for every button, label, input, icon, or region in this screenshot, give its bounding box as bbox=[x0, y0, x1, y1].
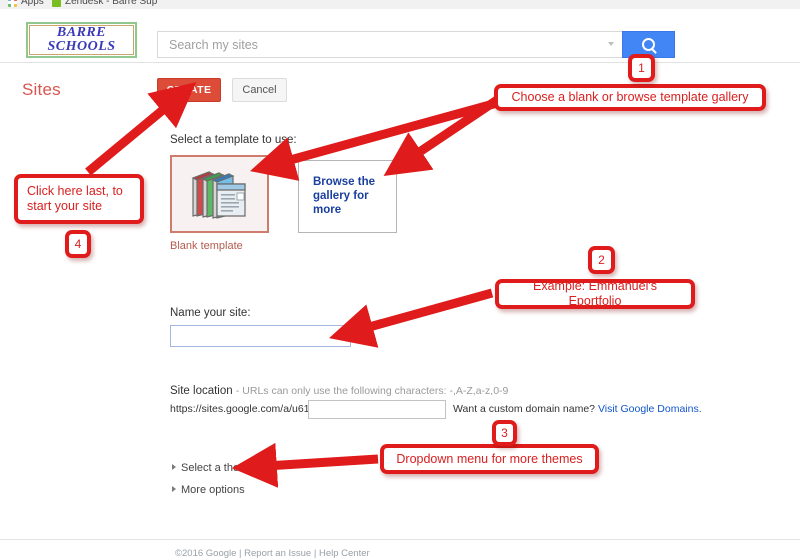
cancel-button[interactable]: Cancel bbox=[232, 78, 287, 102]
site-location-hint: - URLs can only use the following charac… bbox=[236, 385, 509, 397]
logo-inner-frame: BARRE SCHOOLS bbox=[29, 25, 134, 55]
callout-click-last-text: Click here last, to start your site bbox=[27, 184, 131, 214]
footer-divider bbox=[0, 539, 800, 540]
search-button[interactable] bbox=[622, 31, 675, 58]
bookmark-zendesk-label[interactable]: Zendesk - Barre Sup bbox=[65, 0, 157, 8]
annotation-overlay: Choose a blank or browse template galler… bbox=[0, 0, 800, 556]
annotation-arrows bbox=[0, 0, 800, 556]
blank-template-option[interactable] bbox=[170, 155, 269, 233]
arrow-to-blank-template bbox=[283, 103, 497, 162]
callout-example-name: Example: Emmanuel's Eportfolio bbox=[495, 279, 695, 309]
select-template-label: Select a template to use: bbox=[170, 134, 297, 146]
more-options-toggle[interactable]: More options bbox=[172, 484, 245, 496]
site-location-title: Site location bbox=[170, 385, 233, 397]
blank-template-label: Blank template bbox=[170, 240, 243, 252]
visit-google-domains-link[interactable]: Visit Google Domains. bbox=[598, 403, 702, 415]
callout-dropdown-themes: Dropdown menu for more themes bbox=[380, 444, 599, 474]
callout-click-last: Click here last, to start your site bbox=[14, 174, 144, 224]
bookmark-apps-label[interactable]: Apps bbox=[21, 0, 44, 8]
footer-text: ©2016 Google | Report an Issue | Help Ce… bbox=[175, 548, 370, 559]
logo-line-2: SCHOOLS bbox=[47, 40, 115, 54]
magnifier-icon bbox=[642, 38, 655, 51]
zendesk-icon[interactable] bbox=[52, 0, 61, 7]
create-button[interactable]: CREATE bbox=[157, 78, 221, 102]
callout-template-gallery: Choose a blank or browse template galler… bbox=[494, 84, 766, 111]
search-input[interactable]: Search my sites bbox=[157, 31, 622, 58]
badge-4: 4 bbox=[65, 230, 91, 258]
search-bar: Search my sites bbox=[157, 31, 675, 58]
apps-grid-icon[interactable] bbox=[8, 0, 17, 7]
search-placeholder-text: Search my sites bbox=[169, 38, 258, 52]
site-name-input[interactable] bbox=[170, 325, 351, 347]
triangle-right-icon bbox=[172, 464, 176, 470]
barre-schools-logo[interactable]: BARRE SCHOOLS bbox=[26, 22, 137, 58]
arrow-to-create-button bbox=[88, 104, 170, 172]
more-options-label: More options bbox=[181, 484, 245, 496]
custom-domain-note: Want a custom domain name? Visit Google … bbox=[453, 403, 702, 415]
stacked-pages-icon bbox=[187, 166, 253, 222]
callout-example-name-text: Example: Emmanuel's Eportfolio bbox=[508, 279, 682, 309]
custom-domain-text: Want a custom domain name? bbox=[453, 403, 595, 415]
site-location-label: Site location - URLs can only use the fo… bbox=[170, 385, 508, 397]
page-title: Sites bbox=[22, 80, 61, 100]
badge-2: 2 bbox=[588, 246, 615, 274]
arrow-to-name-input bbox=[362, 293, 492, 329]
browse-gallery-option[interactable]: Browse the gallery for more bbox=[298, 160, 397, 233]
badge-3: 3 bbox=[492, 420, 517, 446]
select-a-theme-toggle[interactable]: Select a theme bbox=[172, 462, 254, 474]
site-header-bar: BARRE SCHOOLS Search my sites bbox=[0, 9, 800, 63]
site-url-input[interactable] bbox=[308, 400, 446, 419]
callout-template-gallery-text: Choose a blank or browse template galler… bbox=[512, 90, 749, 105]
arrow-to-gallery bbox=[412, 98, 500, 157]
triangle-right-icon bbox=[172, 486, 176, 492]
browse-gallery-label: Browse the gallery for more bbox=[313, 175, 385, 217]
chevron-down-icon[interactable] bbox=[608, 42, 614, 46]
arrow-to-select-theme bbox=[266, 459, 378, 466]
select-a-theme-label: Select a theme bbox=[181, 462, 254, 474]
callout-dropdown-themes-text: Dropdown menu for more themes bbox=[396, 452, 582, 467]
logo-line-1: BARRE bbox=[57, 26, 106, 40]
site-url-prefix: https://sites.google.com/a/u61.net/ bbox=[170, 403, 330, 415]
name-your-site-label: Name your site: bbox=[170, 307, 251, 319]
